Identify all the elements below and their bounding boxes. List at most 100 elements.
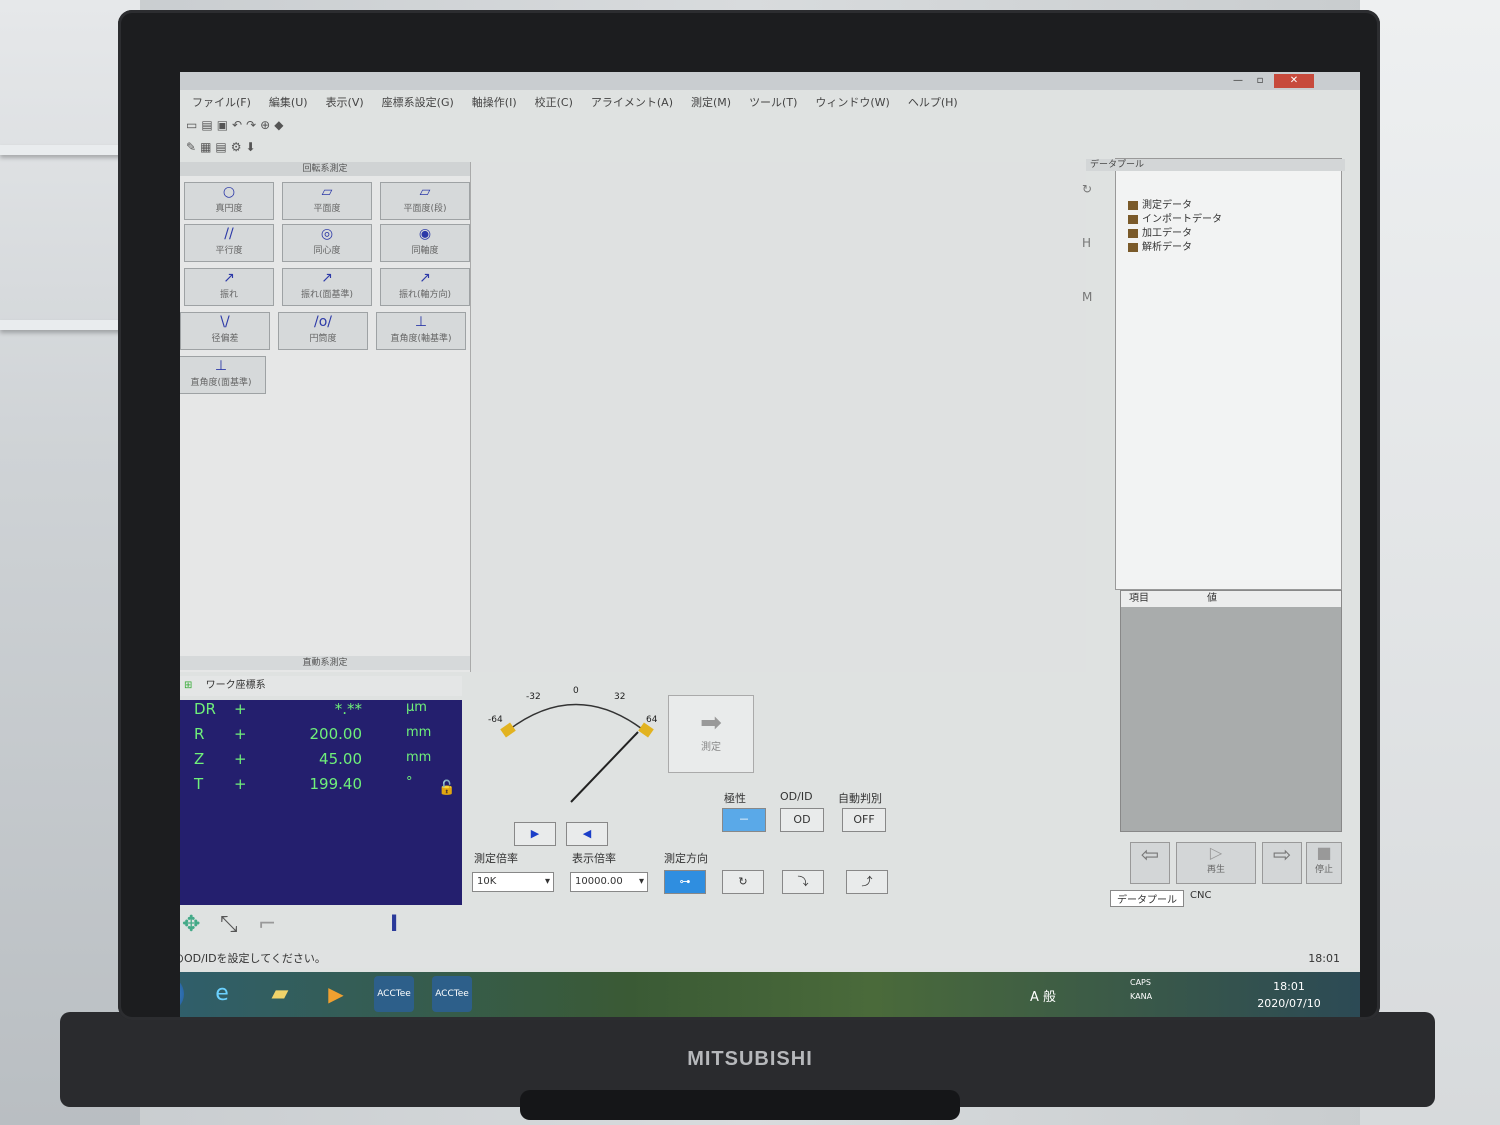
menu-calib[interactable]: 校正(C) <box>535 94 573 110</box>
parallelism-button[interactable]: //平行度 <box>184 224 274 262</box>
auto-detect-button[interactable]: OFF <box>842 808 886 832</box>
measure-mag-select[interactable]: 10K <box>472 872 554 892</box>
background-right-wall <box>1360 0 1500 1125</box>
menu-align[interactable]: アライメント(A) <box>591 94 673 110</box>
tree-item[interactable]: 解析データ <box>1128 241 1222 255</box>
folder-icon[interactable]: ▰ <box>260 976 300 1012</box>
play-button[interactable]: ▷ 再生 <box>1176 842 1256 884</box>
linear-measure-tab[interactable]: 直動系測定 <box>180 656 470 670</box>
maximize-button[interactable]: ▫ <box>1250 74 1270 88</box>
probe-icon[interactable]: ⌐ <box>258 912 276 937</box>
hold-icon[interactable]: H <box>1082 236 1112 250</box>
coordinate-readout: ⊞ ワーク座標系 DR + *.** μm R +200.00 mm Z +45.00 mm … <box>180 676 462 905</box>
undo-icon[interactable]: ↶ <box>232 118 246 132</box>
monitor-buttons[interactable] <box>520 1090 960 1120</box>
tab-datapool[interactable]: データプール <box>1110 890 1184 907</box>
lock-icon[interactable]: 🔓 <box>438 780 455 796</box>
menu-axis[interactable]: 軸操作(I) <box>472 94 517 110</box>
flatness-step-button[interactable]: ▱ 平面度(段) <box>380 182 470 220</box>
flatness-button[interactable]: ▱ 平面度 <box>282 182 372 220</box>
stop-icon: ■ <box>1316 843 1332 862</box>
axis-jog-icon[interactable]: ⤡ <box>220 912 238 937</box>
tree-item[interactable]: 測定データ <box>1128 199 1222 213</box>
odid-button[interactable]: OD <box>780 808 824 832</box>
next-button[interactable]: ⇨ <box>1262 842 1302 884</box>
jog-forward-button[interactable]: ▶ <box>514 822 556 846</box>
display-mag-select[interactable]: 10000.00 <box>570 872 648 892</box>
minimize-button[interactable]: — <box>1228 74 1248 88</box>
roundness-icon: ○ <box>222 184 236 200</box>
perpendicularity-face-button[interactable]: ⊥ 直角度(面基準) <box>180 356 266 394</box>
edit-icon[interactable]: ✎ <box>186 140 200 154</box>
ime-indicator[interactable]: A 般 <box>1030 986 1056 1005</box>
polarity-button[interactable]: － <box>722 808 766 832</box>
clock[interactable]: 18:01 2020/07/10 <box>1234 978 1344 1014</box>
tab-cnc[interactable]: CNC <box>1184 890 1217 901</box>
play-icon: ▷ <box>1209 843 1223 862</box>
start-button[interactable] <box>180 976 184 1012</box>
probe-icon[interactable]: ◆ <box>274 118 287 132</box>
direction-ccw-button[interactable]: ⊶ <box>664 870 706 894</box>
redo-icon[interactable]: ↷ <box>246 118 260 132</box>
direction-cw-button[interactable]: ↻ <box>722 870 764 894</box>
runout-face-icon: ↗ <box>321 270 333 286</box>
direction-down-button[interactable]: ⤵ <box>782 870 824 894</box>
auto-detect-label: 自動判別 <box>838 792 882 805</box>
perpendicularity-axis-button[interactable]: ⊥ 直角度(軸基準) <box>376 312 466 350</box>
stop-button[interactable]: ■ 停止 <box>1306 842 1342 884</box>
menu-edit[interactable]: 編集(U) <box>269 94 308 110</box>
vertical-toolbar[interactable]: ↻ H M <box>1082 182 1112 582</box>
toolbar-2[interactable]: ✎▦▤⚙⬇ <box>186 140 806 158</box>
rotate-icon[interactable]: ↻ <box>1082 182 1112 196</box>
cylindricity-button[interactable]: /o/円筒度 <box>278 312 368 350</box>
close-button[interactable]: ✕ <box>1274 74 1314 88</box>
menu-coord[interactable]: 座標系設定(G) <box>382 94 454 110</box>
print-icon[interactable]: ▤ <box>215 140 230 154</box>
ie-icon[interactable]: e <box>202 976 242 1012</box>
graph-area[interactable] <box>472 162 1086 672</box>
save-icon[interactable]: ▣ <box>217 118 232 132</box>
menu-measure[interactable]: 測定(M) <box>691 94 731 110</box>
new-icon[interactable]: ▭ <box>186 118 201 132</box>
jog-back-button[interactable]: ◀ <box>566 822 608 846</box>
app-acctee-1[interactable]: ACCTee <box>374 976 414 1012</box>
diameter-deviation-button[interactable]: \/径偏差 <box>180 312 270 350</box>
cursor-i-icon[interactable]: I <box>390 912 398 937</box>
menu-tools[interactable]: ツール(T) <box>749 94 797 110</box>
runout-button[interactable]: ↗ 振れ <box>184 268 274 306</box>
roundness-button[interactable]: ○ 真円度 <box>184 182 274 220</box>
arrow-down-icon[interactable]: ⬇ <box>246 140 260 154</box>
app-acctee-2[interactable]: ACCTee <box>432 976 472 1012</box>
runout-face-button[interactable]: ↗ 振れ(面基準) <box>282 268 372 306</box>
concentricity-button[interactable]: ◎ 同心度 <box>282 224 372 262</box>
direction-up-button[interactable]: ⤴ <box>846 870 888 894</box>
title-bar: — ▫ ✕ <box>180 72 1360 90</box>
meter-arc <box>505 703 647 733</box>
data-pool-panel: データプール 測定データ インポートデータ 加工データ 解析データ <box>1086 158 1345 590</box>
readout-row: DR + *.** μm <box>194 700 427 718</box>
m-icon[interactable]: M <box>1082 290 1112 304</box>
meter-tick-label: -32 <box>526 692 541 702</box>
grid-icon[interactable]: ▦ <box>200 140 215 154</box>
data-tree: 測定データ インポートデータ 加工データ 解析データ <box>1128 199 1222 255</box>
zoom-icon[interactable]: ⊕ <box>260 118 274 132</box>
coord-system-label[interactable]: ワーク座標系 <box>206 680 266 691</box>
open-icon[interactable]: ▤ <box>201 118 216 132</box>
tree-item[interactable]: 加工データ <box>1128 227 1222 241</box>
prev-button[interactable]: ⇦ <box>1130 842 1170 884</box>
settings-icon[interactable]: ⚙ <box>231 140 246 154</box>
menu-window[interactable]: ウィンドウ(W) <box>815 94 889 110</box>
menu-view[interactable]: 表示(V) <box>326 94 364 110</box>
coaxiality-button[interactable]: ◉ 同軸度 <box>380 224 470 262</box>
playback-nav: ⇦ ▷ 再生 ⇨ ■ 停止 <box>1130 842 1342 886</box>
tree-item[interactable]: インポートデータ <box>1128 213 1222 227</box>
runout-axial-button[interactable]: ↗ 振れ(軸方向) <box>380 268 470 306</box>
menu-file[interactable]: ファイル(F) <box>192 94 251 110</box>
move-icon[interactable]: ✥ <box>182 912 200 937</box>
menu-help[interactable]: ヘルプ(H) <box>908 94 958 110</box>
readout-toolbar: ⊞ ワーク座標系 <box>180 676 462 696</box>
measure-button[interactable]: ➡ 測定 <box>668 695 754 773</box>
media-player-icon[interactable]: ▶ <box>316 976 356 1012</box>
toolbar-1[interactable]: ▭▤▣↶↷⊕◆ <box>186 118 806 136</box>
properties-grid: 項目 値 <box>1120 590 1342 832</box>
